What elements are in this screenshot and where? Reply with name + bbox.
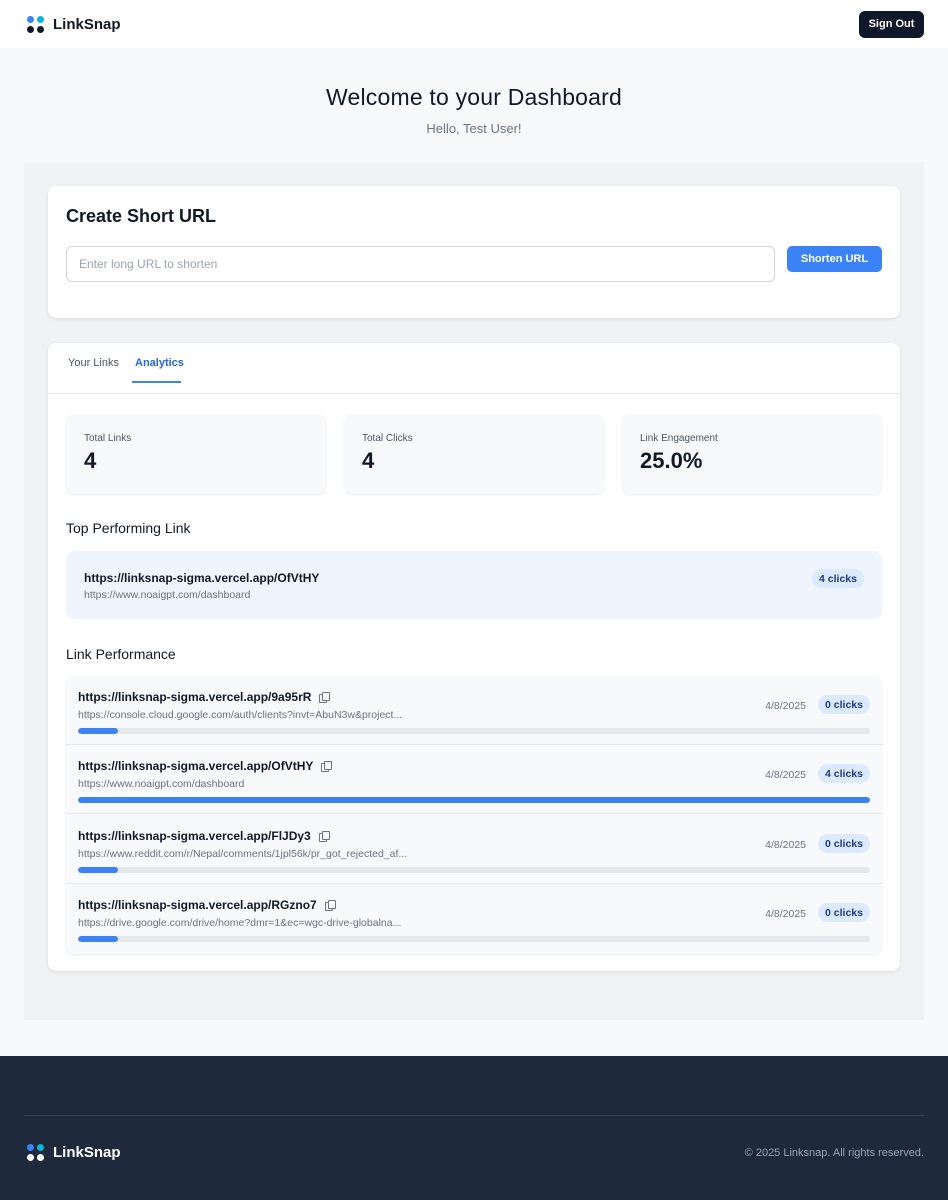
copy-icon[interactable]: [321, 761, 333, 772]
links-analytics-card: Your Links Analytics Total Links 4 Total…: [48, 343, 900, 971]
link-performance-row: https://linksnap-sigma.vercel.app/FlJDy3…: [66, 815, 882, 884]
click-share-bar-fill: [78, 728, 118, 734]
page-title: Welcome to your Dashboard: [325, 84, 623, 110]
click-share-bar: [78, 867, 870, 873]
top-link-original-url: https://www.noaigpt.com/dashboard: [84, 589, 251, 601]
brand-name: LinkSnap: [53, 15, 121, 33]
tab-bar: Your Links Analytics: [48, 343, 900, 394]
stat-label: Link Engagement: [640, 433, 718, 444]
stat-value: 25.0%: [640, 448, 703, 473]
click-share-bar: [78, 936, 870, 942]
dashboard-hero: Welcome to your Dashboard Hello, Test Us…: [0, 84, 948, 136]
linksnap-logo-icon: [27, 1144, 44, 1161]
top-link-short-url[interactable]: https://linksnap-sigma.vercel.app/OfVtHY: [84, 571, 864, 585]
stat-label: Total Links: [84, 433, 132, 444]
page-footer: LinkSnap © 2025 Linksnap. All rights res…: [0, 1056, 948, 1200]
top-link-clicks-badge: 4 clicks: [812, 569, 864, 588]
short-url-wrap: https://linksnap-sigma.vercel.app/OfVtHY: [78, 759, 333, 773]
greeting-text: Hello, Test User!: [426, 121, 522, 136]
create-card-title: Create Short URL: [66, 206, 217, 226]
dashboard-main: Create Short URL Shorten URL Your Links …: [24, 162, 924, 1020]
link-performance-row: https://linksnap-sigma.vercel.app/OfVtHY…: [66, 745, 882, 814]
tab-your-links[interactable]: Your Links: [68, 357, 119, 369]
create-short-url-card: Create Short URL Shorten URL: [48, 186, 900, 318]
sign-out-button[interactable]: Sign Out: [859, 10, 924, 38]
copyright-text: © 2025 Linksnap. All rights reserved.: [744, 1147, 924, 1159]
click-share-bar-fill: [78, 867, 118, 873]
footer-brand-name: LinkSnap: [53, 1144, 121, 1161]
linksnap-logo-icon: [27, 15, 44, 33]
short-url-link[interactable]: https://linksnap-sigma.vercel.app/RGzno7: [78, 898, 317, 912]
link-performance-list: https://linksnap-sigma.vercel.app/9a95rR…: [66, 676, 882, 954]
short-url-link[interactable]: https://linksnap-sigma.vercel.app/9a95rR: [78, 690, 311, 704]
clicks-badge: 0 clicks: [818, 903, 870, 922]
copy-icon[interactable]: [319, 692, 331, 703]
active-tab-indicator: [132, 381, 181, 383]
shorten-url-button[interactable]: Shorten URL: [787, 246, 882, 272]
short-url-wrap: https://linksnap-sigma.vercel.app/FlJDy3: [78, 829, 330, 843]
click-share-bar: [78, 728, 870, 734]
original-url: https://www.reddit.com/r/Nepal/comments/…: [78, 848, 408, 860]
stat-label: Total Clicks: [362, 433, 413, 444]
created-date: 4/8/2025: [765, 769, 806, 781]
long-url-input[interactable]: [66, 246, 775, 282]
short-url-link[interactable]: https://linksnap-sigma.vercel.app/FlJDy3: [78, 829, 311, 843]
brand[interactable]: LinkSnap: [27, 15, 121, 33]
short-url-wrap: https://linksnap-sigma.vercel.app/RGzno7: [78, 898, 336, 912]
link-performance-row: https://linksnap-sigma.vercel.app/9a95rR…: [66, 676, 882, 745]
click-share-bar: [78, 797, 870, 803]
short-url-wrap: https://linksnap-sigma.vercel.app/9a95rR: [78, 690, 331, 704]
tab-analytics[interactable]: Analytics: [135, 357, 184, 369]
short-url-link[interactable]: https://linksnap-sigma.vercel.app/OfVtHY: [78, 759, 313, 773]
clicks-badge: 0 clicks: [818, 695, 870, 714]
stat-link-engagement: Link Engagement 25.0%: [622, 414, 882, 494]
click-share-bar-fill: [78, 797, 870, 803]
top-navbar: LinkSnap Sign Out: [0, 0, 948, 48]
footer-brand[interactable]: LinkSnap: [27, 1144, 121, 1161]
copy-icon[interactable]: [318, 831, 330, 842]
stat-value: 4: [84, 448, 97, 473]
stat-value: 4: [362, 448, 375, 473]
top-performing-title: Top Performing Link: [66, 520, 191, 536]
link-performance-row: https://linksnap-sigma.vercel.app/RGzno7…: [66, 884, 882, 953]
created-date: 4/8/2025: [765, 700, 806, 712]
original-url: https://drive.google.com/drive/home?dmr=…: [78, 917, 402, 929]
original-url: https://console.cloud.google.com/auth/cl…: [78, 709, 403, 721]
click-share-bar-fill: [78, 936, 118, 942]
created-date: 4/8/2025: [765, 908, 806, 920]
link-performance-title: Link Performance: [66, 646, 176, 662]
footer-divider: [24, 1115, 924, 1116]
top-performing-link: https://linksnap-sigma.vercel.app/OfVtHY…: [66, 551, 882, 619]
stat-total-clicks: Total Clicks 4: [344, 414, 604, 494]
original-url: https://www.noaigpt.com/dashboard: [78, 778, 245, 790]
copy-icon[interactable]: [324, 900, 336, 911]
clicks-badge: 0 clicks: [818, 834, 870, 853]
stat-total-links: Total Links 4: [66, 414, 326, 494]
clicks-badge: 4 clicks: [818, 764, 870, 783]
created-date: 4/8/2025: [765, 839, 806, 851]
